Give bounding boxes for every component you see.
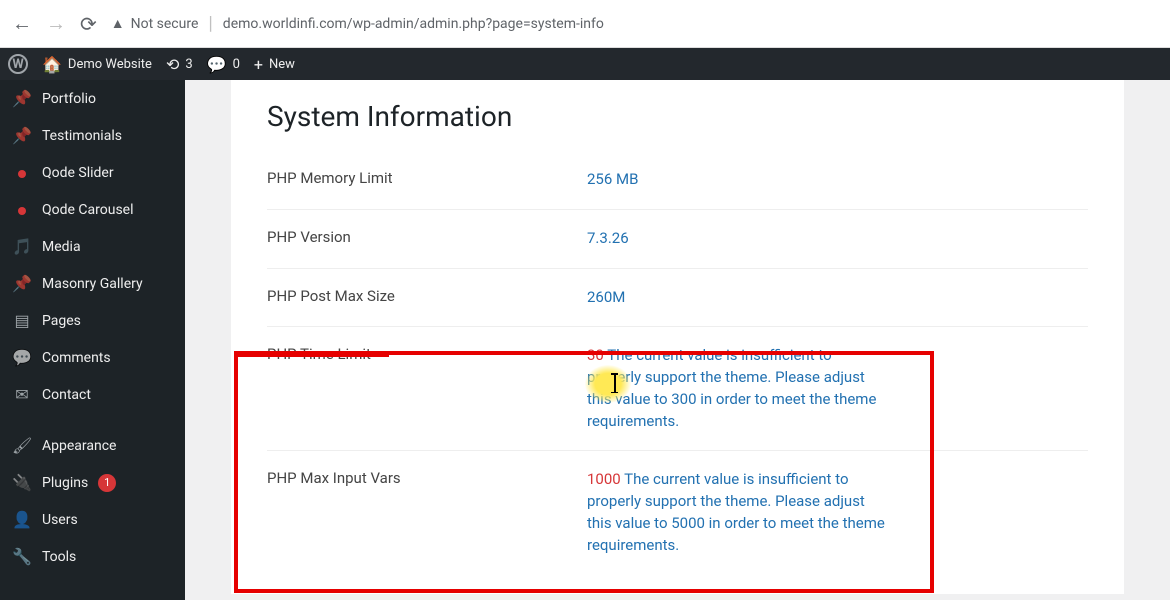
- sidebar-item-label: Contact: [42, 387, 91, 403]
- sidebar-item-qode-slider[interactable]: Qode Slider: [0, 154, 185, 191]
- pin-icon: 📌: [12, 126, 32, 145]
- text-cursor-icon: [614, 374, 616, 392]
- sidebar-item-label: Testimonials: [42, 128, 122, 144]
- pin-icon: 📌: [12, 274, 32, 293]
- info-label: PHP Post Max Size: [267, 287, 587, 309]
- warn-number: 30: [587, 346, 604, 364]
- media-icon: 🎵: [12, 237, 32, 256]
- row-php-memory: PHP Memory Limit 256 MB: [267, 151, 1088, 209]
- warning-icon: ▲: [111, 15, 125, 32]
- info-label: PHP Max Input Vars: [267, 469, 587, 556]
- info-value: 256 MB: [587, 169, 1088, 191]
- sidebar-item-label: Appearance: [42, 438, 116, 454]
- info-value: 1000 The current value is insufficient t…: [587, 469, 887, 556]
- sidebar-item-users[interactable]: 👤 Users: [0, 501, 185, 538]
- sidebar-item-plugins[interactable]: 🔌 Plugins 1: [0, 464, 185, 501]
- browser-toolbar: ← → ⟳ ▲ Not secure | demo.worldinfi.com/…: [0, 0, 1170, 48]
- sidebar-item-tools[interactable]: 🔧 Tools: [0, 538, 185, 575]
- sidebar-item-masonry[interactable]: 📌 Masonry Gallery: [0, 265, 185, 302]
- user-icon: 👤: [12, 510, 32, 529]
- pin-icon: 📌: [12, 89, 32, 108]
- sidebar-item-contact[interactable]: ✉ Contact: [0, 376, 185, 413]
- sidebar-item-label: Users: [42, 512, 78, 528]
- security-indicator: ▲ Not secure: [111, 15, 199, 32]
- sidebar-item-qode-carousel[interactable]: Qode Carousel: [0, 191, 185, 228]
- page-icon: ▤: [12, 311, 32, 330]
- updates-link[interactable]: ⟲3: [166, 55, 193, 74]
- comment-icon: 💬: [12, 348, 32, 367]
- sidebar-item-pages[interactable]: ▤ Pages: [0, 302, 185, 339]
- sidebar-item-comments[interactable]: 💬 Comments: [0, 339, 185, 376]
- sidebar-item-portfolio[interactable]: 📌 Portfolio: [0, 80, 185, 117]
- refresh-icon: ⟲: [166, 55, 179, 74]
- sidebar-item-label: Plugins: [42, 475, 88, 491]
- sidebar-item-label: Media: [42, 239, 81, 255]
- home-icon: 🏠: [42, 55, 62, 74]
- row-php-timelimit: PHP Time Limit 30 The current value is i…: [267, 326, 1088, 450]
- system-info-panel: System Information PHP Memory Limit 256 …: [231, 80, 1124, 594]
- sidebar-item-label: Portfolio: [42, 91, 96, 107]
- info-label: PHP Memory Limit: [267, 169, 587, 191]
- updates-count: 3: [185, 57, 192, 72]
- row-php-version: PHP Version 7.3.26: [267, 209, 1088, 268]
- sidebar-item-label: Masonry Gallery: [42, 276, 143, 292]
- info-label: PHP Time Limit: [267, 345, 587, 432]
- address-bar[interactable]: ▲ Not secure | demo.worldinfi.com/wp-adm…: [111, 13, 1158, 34]
- page-title: System Information: [267, 100, 1088, 133]
- dot-icon: [12, 200, 32, 219]
- sidebar-item-media[interactable]: 🎵 Media: [0, 228, 185, 265]
- new-label: New: [269, 57, 295, 72]
- divider: |: [208, 13, 212, 34]
- not-secure-label: Not secure: [131, 16, 199, 32]
- sidebar-item-label: Qode Slider: [42, 165, 114, 181]
- sidebar-item-label: Comments: [42, 350, 111, 366]
- info-label: PHP Version: [267, 228, 587, 250]
- brush-icon: 🖌: [12, 436, 32, 455]
- dot-icon: [12, 163, 32, 182]
- info-value: 7.3.26: [587, 228, 1088, 250]
- comment-icon: 💬: [207, 55, 227, 74]
- warn-text: The current value is insufficient to pro…: [587, 470, 885, 553]
- row-php-postmax: PHP Post Max Size 260M: [267, 268, 1088, 327]
- url-text: demo.worldinfi.com/wp-admin/admin.php?pa…: [223, 16, 604, 32]
- plus-icon: +: [254, 55, 263, 74]
- site-link[interactable]: 🏠 Demo Website: [42, 55, 152, 74]
- content-area: System Information PHP Memory Limit 256 …: [185, 80, 1170, 600]
- sidebar-item-testimonials[interactable]: 📌 Testimonials: [0, 117, 185, 154]
- wordpress-icon: W: [8, 54, 28, 74]
- wp-logo[interactable]: W: [8, 54, 28, 74]
- back-button[interactable]: ←: [12, 11, 32, 36]
- warn-number: 1000: [587, 470, 621, 488]
- sidebar-item-appearance[interactable]: 🖌 Appearance: [0, 427, 185, 464]
- warn-text: The current value is insufficient to pro…: [587, 346, 876, 429]
- wp-admin-bar: W 🏠Demo Website ⟲3 💬0 +New: [0, 48, 1170, 80]
- plug-icon: 🔌: [12, 473, 32, 492]
- sidebar-item-label: Qode Carousel: [42, 202, 134, 218]
- sidebar-item-label: Pages: [42, 313, 81, 329]
- comments-link[interactable]: 💬0: [207, 55, 240, 74]
- row-php-maxinputvars: PHP Max Input Vars 1000 The current valu…: [267, 450, 1088, 574]
- wrench-icon: 🔧: [12, 547, 32, 566]
- site-name: Demo Website: [68, 57, 152, 72]
- info-value: 30 The current value is insufficient to …: [587, 345, 887, 432]
- info-value: 260M: [587, 287, 1088, 309]
- forward-button[interactable]: →: [46, 11, 66, 36]
- comments-count: 0: [233, 57, 240, 72]
- reload-button[interactable]: ⟳: [80, 12, 97, 36]
- plugins-badge: 1: [98, 474, 116, 492]
- sidebar-item-label: Tools: [42, 549, 76, 565]
- mail-icon: ✉: [12, 385, 32, 404]
- new-link[interactable]: + New: [254, 55, 295, 74]
- admin-sidebar: 📌 Portfolio 📌 Testimonials Qode Slider Qod…: [0, 80, 185, 600]
